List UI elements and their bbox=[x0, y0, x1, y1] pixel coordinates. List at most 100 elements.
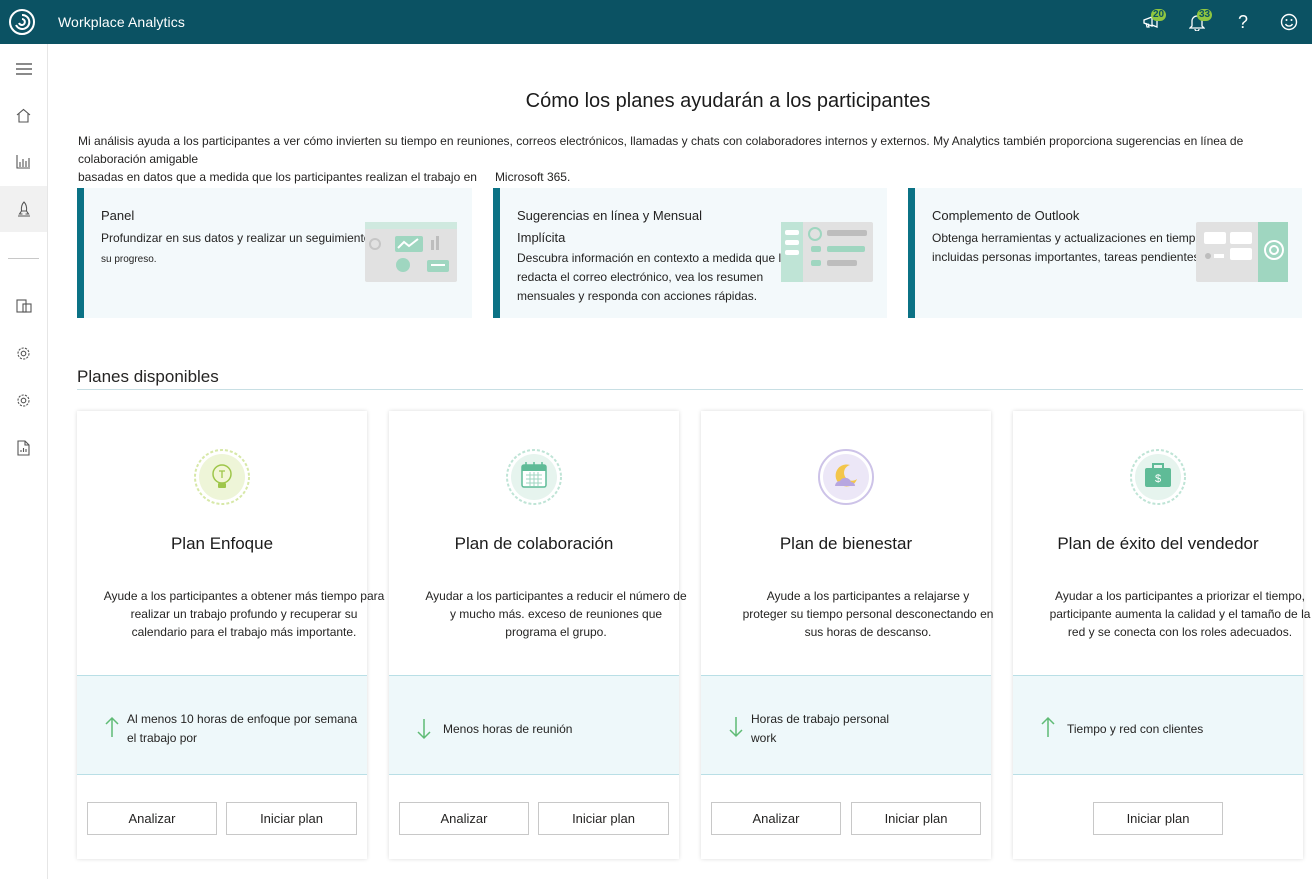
rocket-icon bbox=[17, 201, 30, 217]
plan-goal: Al menos 10 horas de enfoque por semana … bbox=[77, 675, 367, 775]
start-plan-button[interactable]: Iniciar plan bbox=[538, 802, 669, 835]
feature-text: mensuales y responda con acciones rápida… bbox=[517, 289, 758, 303]
plan-title: Plan de colaboración bbox=[454, 534, 614, 553]
plan-description-line: Ayudar a los participantes a priorizar e… bbox=[1055, 589, 1305, 603]
feature-text: Profundizar en sus datos y realizar un s… bbox=[101, 231, 388, 245]
outlook-illustration-icon bbox=[1196, 222, 1288, 282]
arrow-up-icon bbox=[1041, 716, 1055, 737]
plan-description-line: Ayude a los participantes a obtener más … bbox=[103, 589, 385, 603]
feature-card-suggestions: Sugerencias en línea y Mensual Implícita… bbox=[493, 188, 887, 318]
plan-card-seller-success: $ Plan de éxito del vendedor Ayudar a lo… bbox=[1013, 411, 1310, 859]
plan-goal-line: work bbox=[751, 731, 777, 745]
notifications-button[interactable]: 33 bbox=[1174, 0, 1220, 44]
feature-title: Panel bbox=[101, 208, 135, 223]
plan-description-line: Ayudar a los participantes a reducir el … bbox=[425, 589, 687, 603]
feature-title: Sugerencias en línea y Mensual bbox=[517, 208, 703, 223]
moon-icon bbox=[818, 449, 874, 505]
intro-line-1: Mi análisis ayuda a los participantes a … bbox=[78, 134, 1244, 166]
calendar-icon bbox=[506, 449, 562, 505]
intro-tail: Microsoft 365. bbox=[494, 170, 571, 184]
dashboard-illustration-icon bbox=[365, 222, 457, 282]
plan-description-line: calendario para el trabajo más important… bbox=[131, 625, 357, 639]
sidebar-item-data[interactable] bbox=[0, 283, 47, 329]
feature-text: Obtenga herramientas y actualizaciones e… bbox=[932, 231, 1229, 245]
plan-title: Plan de éxito del vendedor bbox=[1057, 534, 1259, 553]
plan-description-line: realizar un trabajo profundo y recuperar… bbox=[130, 607, 358, 621]
sidebar-item-plans[interactable] bbox=[0, 186, 47, 232]
announcements-button[interactable]: 20 bbox=[1128, 0, 1174, 44]
feature-text: Descubra información en contexto a medid… bbox=[517, 251, 804, 265]
intro-line-2: basadas en datos que a medida que los pa… bbox=[78, 170, 477, 184]
top-bar: Workplace Analytics 20 33 ? bbox=[0, 0, 1312, 44]
plan-title: Plan de bienestar bbox=[779, 534, 913, 553]
plan-goal-line: Tiempo y red con clientes bbox=[1067, 722, 1204, 736]
analyze-button[interactable]: Analizar bbox=[711, 802, 841, 835]
menu-button[interactable] bbox=[0, 46, 47, 92]
plan-goal-text: Tiempo y red con clientes bbox=[1067, 720, 1203, 739]
notifications-badge: 33 bbox=[1197, 9, 1213, 21]
plan-description-line: Ayude a los participantes a relajarse y bbox=[766, 589, 970, 603]
plan-goal: Tiempo y red con clientes bbox=[1013, 675, 1303, 775]
feature-text: su progreso. bbox=[101, 254, 157, 265]
section-title: Planes disponibles bbox=[77, 367, 219, 386]
plan-card-focus: Plan Enfoque Ayude a los participantes a… bbox=[77, 411, 384, 859]
start-plan-button[interactable]: Iniciar plan bbox=[1093, 802, 1223, 835]
plan-goal-line: Horas de trabajo personal bbox=[751, 712, 890, 726]
plan-description-line: red y se conecta con los roles adecuados… bbox=[1067, 625, 1293, 639]
help-button[interactable]: ? bbox=[1220, 0, 1266, 44]
chart-icon bbox=[16, 155, 30, 169]
feature-card-dashboard: Panel Profundizar en sus datos y realiza… bbox=[77, 188, 472, 318]
sidebar-item-analysis[interactable] bbox=[0, 139, 47, 185]
menu-icon bbox=[15, 63, 32, 75]
plan-description-line: programa el grupo. bbox=[505, 625, 607, 639]
intro-text: Mi análisis ayuda a los participantes a … bbox=[78, 132, 1258, 186]
plan-description: Ayude a los participantes a obtener más … bbox=[91, 587, 397, 641]
plan-card-collaboration: Plan de colaboración Ayudar a los partic… bbox=[389, 411, 687, 859]
arrow-down-icon bbox=[417, 719, 431, 740]
admin-settings-icon bbox=[17, 393, 30, 407]
start-plan-button[interactable]: Iniciar plan bbox=[226, 802, 357, 835]
main-content: Cómo los planes ayudarán a los participa… bbox=[48, 44, 1312, 879]
arrow-up-icon bbox=[105, 716, 119, 737]
feature-text: redacta el correo electrónico, vea los r… bbox=[517, 270, 764, 284]
lightbulb-icon bbox=[194, 449, 250, 505]
feature-text: incluidas personas importantes, tareas p… bbox=[932, 250, 1200, 264]
briefcase-icon: $ bbox=[1130, 449, 1186, 505]
app-title: Workplace Analytics bbox=[58, 14, 185, 30]
page-title: Cómo los planes ayudarán a los participa… bbox=[525, 90, 931, 112]
plan-description-line: proteger su tiempo personal desconectand… bbox=[742, 607, 994, 621]
sidebar-item-reports[interactable] bbox=[0, 425, 47, 471]
sidebar-item-admin[interactable] bbox=[0, 377, 47, 423]
sidebar-item-settings[interactable] bbox=[0, 330, 47, 376]
suggestions-illustration-icon bbox=[781, 222, 873, 282]
plan-description: Ayudar a los participantes a reducir el … bbox=[403, 587, 709, 641]
plan-goal: Horas de trabajo personal work bbox=[701, 675, 991, 775]
plan-card-wellbeing: Plan de bienestar Ayude a los participan… bbox=[701, 411, 993, 859]
start-plan-button[interactable]: Iniciar plan bbox=[851, 802, 981, 835]
left-nav bbox=[0, 44, 48, 879]
plan-description: Ayude a los participantes a relajarse y … bbox=[715, 587, 1021, 641]
section-divider bbox=[77, 389, 1303, 390]
analyze-button[interactable]: Analizar bbox=[87, 802, 217, 835]
home-icon bbox=[16, 108, 31, 123]
plan-goal-line: Al menos 10 horas de enfoque por semana bbox=[127, 712, 358, 726]
settings-icon bbox=[17, 346, 30, 360]
plan-description-line: participante aumenta la calidad y el tam… bbox=[1049, 607, 1311, 621]
plan-description-line: y mucho más. exceso de reuniones que bbox=[449, 607, 663, 621]
plan-description-line: sus horas de descanso. bbox=[804, 625, 932, 639]
plan-description: Ayudar a los participantes a priorizar e… bbox=[1027, 587, 1312, 641]
help-icon: ? bbox=[1237, 11, 1248, 32]
plan-goal-line: el trabajo por bbox=[127, 731, 198, 745]
logo-icon[interactable] bbox=[0, 0, 44, 44]
plan-title: Plan Enfoque bbox=[170, 534, 274, 553]
sidebar-item-home[interactable] bbox=[0, 92, 47, 138]
plan-goal-text: Horas de trabajo personal work bbox=[751, 710, 889, 748]
report-icon bbox=[17, 440, 30, 456]
svg-text:$: $ bbox=[1155, 473, 1161, 485]
plan-goal-line: Menos horas de reunión bbox=[443, 722, 573, 736]
feature-card-outlook: Complemento de Outlook Obtenga herramien… bbox=[908, 188, 1302, 318]
plan-goal-text: Menos horas de reunión bbox=[443, 720, 572, 739]
feedback-button[interactable] bbox=[1266, 0, 1312, 44]
arrow-down-icon bbox=[729, 717, 743, 738]
analyze-button[interactable]: Analizar bbox=[399, 802, 529, 835]
